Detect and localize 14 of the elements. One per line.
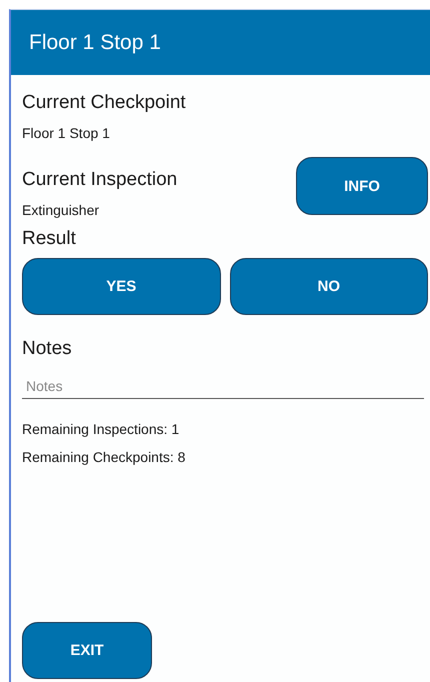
result-button[interactable]: YES [22,258,220,315]
exit-button[interactable]: EXIT [22,622,152,679]
remaining-count: Remaining Checkpoints: 8 [22,449,186,465]
checkpoint-value: Floor 1 Stop 1 [22,125,111,141]
remaining-count: Remaining Inspections: 1 [22,421,180,437]
section-heading: Notes [22,338,73,360]
section-heading: Current Inspection [22,169,178,191]
app-title: Floor 1 Stop 1 [29,30,161,54]
section-heading: Result [22,228,77,250]
notes-field[interactable]: Notes [22,378,424,399]
section-heading: Current Checkpoint [22,92,187,114]
result-button[interactable]: NO [230,258,428,315]
inspection-value: Extinguisher [22,202,100,218]
info-button[interactable]: INFO [296,157,428,215]
